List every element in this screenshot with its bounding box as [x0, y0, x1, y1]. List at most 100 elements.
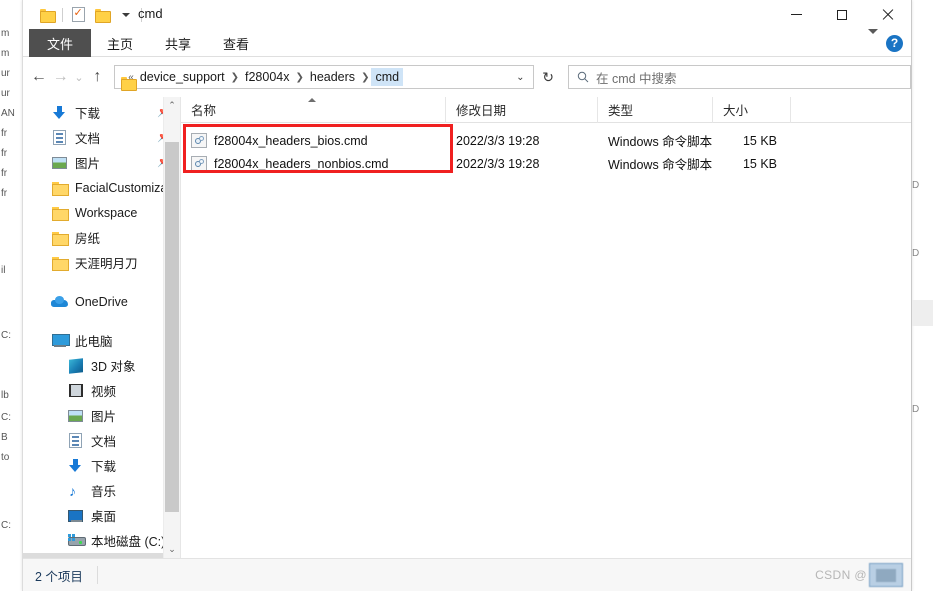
refresh-icon[interactable]: ↻ [536, 65, 560, 89]
column-header-date[interactable]: 修改日期 [446, 97, 598, 123]
table-row[interactable]: f28004x_headers_bios.cmd 2022/3/3 19:28 … [181, 129, 911, 152]
sidebar-item-label: 下载 [75, 107, 101, 121]
address-bar: ← → ⌄ ↑ « device_support ❯ f28004x ❯ hea… [23, 57, 911, 97]
address-dropdown-icon[interactable]: ⌄ [507, 66, 533, 88]
column-header-size[interactable]: 大小 [713, 97, 791, 123]
sidebar-item-downloads-pc[interactable]: 下载 [23, 453, 180, 478]
window-title: cmd [138, 6, 163, 21]
tab-share[interactable]: 共享 [149, 29, 207, 57]
music-icon: ♪ [69, 482, 76, 499]
folder-icon [51, 204, 69, 221]
background-text-fragment: C: [1, 412, 11, 423]
breadcrumb-chevron-2[interactable]: ❯ [293, 72, 305, 83]
chevron-down-icon[interactable] [868, 29, 878, 52]
sidebar-item-label: 图片 [75, 157, 101, 171]
file-size: 15 KB [742, 133, 777, 148]
search-input[interactable]: 在 cmd 中搜索 [568, 65, 911, 89]
sidebar-item-label: 天涯明月刀 [75, 257, 138, 271]
background-text-fragment: D [912, 248, 920, 259]
tab-file[interactable]: 文件 [29, 29, 92, 57]
sidebar-item-label: OneDrive [75, 294, 128, 309]
back-button[interactable]: ← [28, 64, 50, 90]
file-list-pane: 名称 修改日期 类型 大小 f28004x_headers_bios.cmd 2… [181, 97, 911, 558]
background-band [912, 300, 933, 326]
recent-locations-button[interactable]: ⌄ [71, 64, 86, 90]
tab-home[interactable]: 主页 [91, 29, 149, 57]
ribbon-right-controls: ? [868, 29, 903, 57]
close-button[interactable] [865, 0, 911, 29]
table-row[interactable]: f28004x_headers_nonbios.cmd 2022/3/3 19:… [181, 152, 911, 175]
sidebar-item-label: 图片 [91, 410, 117, 424]
scrollbar-thumb[interactable] [165, 142, 179, 512]
sidebar-item-documents[interactable]: 文档 📌 [23, 125, 180, 150]
sidebar-item-label: 音乐 [91, 485, 117, 499]
sidebar-item-facialcustomization[interactable]: FacialCustomizatio [23, 175, 180, 200]
explorer-body: 下载 📌 文档 📌 图片 📌 FacialCustomizatio [23, 97, 911, 558]
pictures-icon [67, 407, 84, 424]
properties-icon[interactable]: ✓ [66, 4, 90, 25]
tab-view[interactable]: 查看 [207, 29, 265, 57]
column-header-name[interactable]: 名称 [181, 97, 446, 123]
new-folder-icon[interactable] [90, 4, 114, 25]
sidebar-item-documents-pc[interactable]: 文档 [23, 428, 180, 453]
watermark-blurred-username [869, 563, 903, 587]
sidebar-item-onedrive[interactable]: OneDrive [23, 289, 180, 314]
sidebar-item-downloads[interactable]: 下载 📌 [23, 100, 180, 125]
background-text-fragment: ur [1, 88, 10, 99]
cmd-script-icon [191, 156, 207, 171]
file-name-cell[interactable]: f28004x_headers_nonbios.cmd [181, 152, 446, 175]
folder-icon[interactable] [35, 4, 59, 25]
maximize-button[interactable] [819, 0, 865, 29]
up-button[interactable]: ↑ [87, 64, 109, 90]
documents-icon [67, 432, 84, 449]
help-icon[interactable]: ? [886, 34, 903, 52]
sidebar-item-fangzhi[interactable]: 房纸 [23, 225, 180, 250]
sidebar-item-3d-objects[interactable]: 3D 对象 [23, 353, 180, 378]
breadcrumb-item-f28004x[interactable]: f28004x [241, 68, 293, 86]
file-name: f28004x_headers_nonbios.cmd [214, 156, 389, 171]
background-text-fragment: lb [1, 390, 9, 401]
quick-access-toolbar: ✓ [35, 4, 145, 25]
sidebar-item-label: 视频 [91, 385, 117, 399]
sidebar-item-label: 下载 [91, 460, 117, 474]
breadcrumb-chevron-3[interactable]: ❯ [359, 72, 371, 83]
column-header-type[interactable]: 类型 [598, 97, 713, 123]
scroll-down-icon[interactable]: ⌄ [164, 541, 180, 558]
file-date: 2022/3/3 19:28 [456, 156, 540, 171]
sidebar-item-desktop[interactable]: 桌面 [23, 503, 180, 528]
file-explorer-window: ✓ cmd 文件 主页 共享 查看 ? ← → ⌄ ↑ « device_sup… [22, 0, 912, 591]
sidebar-item-label: 文档 [75, 132, 101, 146]
file-name-cell[interactable]: f28004x_headers_bios.cmd [181, 129, 446, 152]
sidebar-item-videos[interactable]: 视频 [23, 378, 180, 403]
breadcrumb-item-device-support[interactable]: device_support [136, 68, 229, 86]
breadcrumb[interactable]: « device_support ❯ f28004x ❯ headers ❯ c… [114, 65, 535, 89]
breadcrumb-item-cmd[interactable]: cmd [371, 68, 404, 86]
sidebar-item-pictures[interactable]: 图片 📌 [23, 150, 180, 175]
sidebar-item-workspace[interactable]: Workspace [23, 200, 180, 225]
sidebar-item-label: 桌面 [91, 510, 117, 524]
minimize-button[interactable] [773, 0, 819, 29]
download-icon [51, 104, 68, 121]
sidebar-item-pictures-pc[interactable]: 图片 [23, 403, 180, 428]
3d-objects-icon [67, 357, 84, 374]
breadcrumb-chevron-1[interactable]: ❯ [229, 72, 241, 83]
sidebar-item-label: 此电脑 [75, 335, 113, 349]
background-text-fragment: il [1, 265, 6, 276]
background-text-fragment: ur [1, 68, 10, 79]
sidebar-item-local-disk-c[interactable]: 本地磁盘 (C:) [23, 528, 180, 553]
breadcrumb-item-headers[interactable]: headers [306, 68, 359, 86]
folder-icon [51, 229, 69, 246]
customize-dropdown-icon[interactable] [114, 4, 138, 25]
column-header-label: 大小 [723, 104, 749, 118]
videos-icon [67, 382, 84, 399]
window-controls [773, 0, 911, 29]
desktop-icon [67, 507, 84, 524]
scroll-up-icon[interactable]: ⌃ [164, 97, 180, 114]
folder-icon [51, 179, 69, 196]
sidebar-item-tianyamingyuedao[interactable]: 天涯明月刀 [23, 250, 180, 275]
ribbon-tab-bar: 文件 主页 共享 查看 ? [23, 29, 911, 57]
forward-button[interactable]: → [50, 64, 72, 90]
sidebar-item-music[interactable]: ♪ 音乐 [23, 478, 180, 503]
navigation-pane-scrollbar[interactable]: ⌃ ⌄ [163, 97, 180, 558]
sidebar-item-this-pc[interactable]: 此电脑 [23, 328, 180, 353]
